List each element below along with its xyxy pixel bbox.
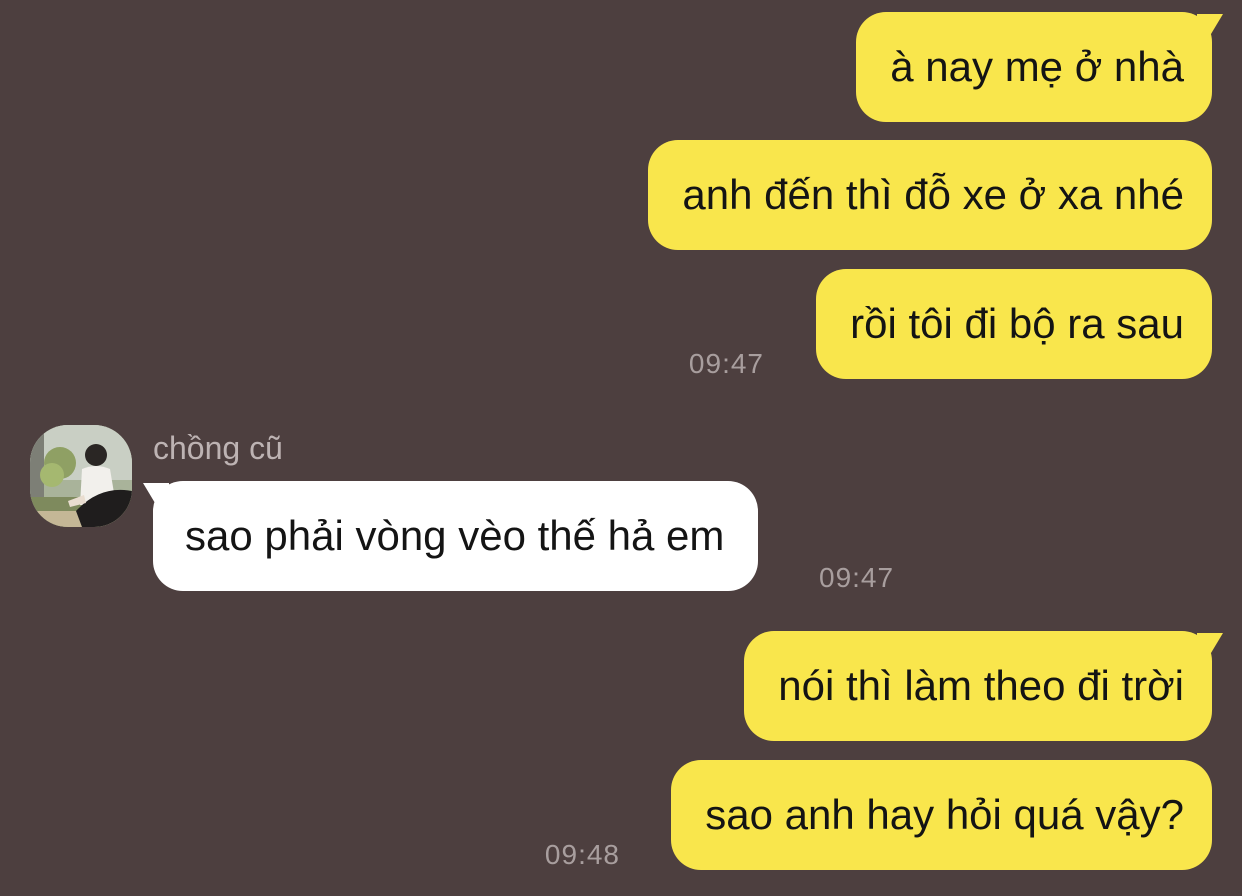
message-timestamp: 09:47 — [819, 562, 895, 593]
message-timestamp: 09:47 — [688, 348, 764, 379]
profile-photo-icon — [30, 425, 132, 527]
outgoing-message-bubble[interactable]: sao anh hay hỏi quá vậy? — [671, 760, 1212, 870]
outgoing-message-bubble[interactable]: rồi tôi đi bộ ra sau — [816, 269, 1212, 379]
outgoing-message-bubble[interactable]: à nay mẹ ở nhà — [856, 12, 1212, 122]
outgoing-message-bubble[interactable]: nói thì làm theo đi trời — [744, 631, 1212, 741]
avatar[interactable] — [30, 425, 132, 527]
incoming-message-bubble[interactable]: sao phải vòng vèo thế hả em — [153, 481, 759, 591]
sender-name: chồng cũ — [153, 430, 283, 466]
message-timestamp: 09:48 — [544, 839, 620, 870]
outgoing-message-bubble[interactable]: anh đến thì đỗ xe ở xa nhé — [648, 140, 1212, 250]
